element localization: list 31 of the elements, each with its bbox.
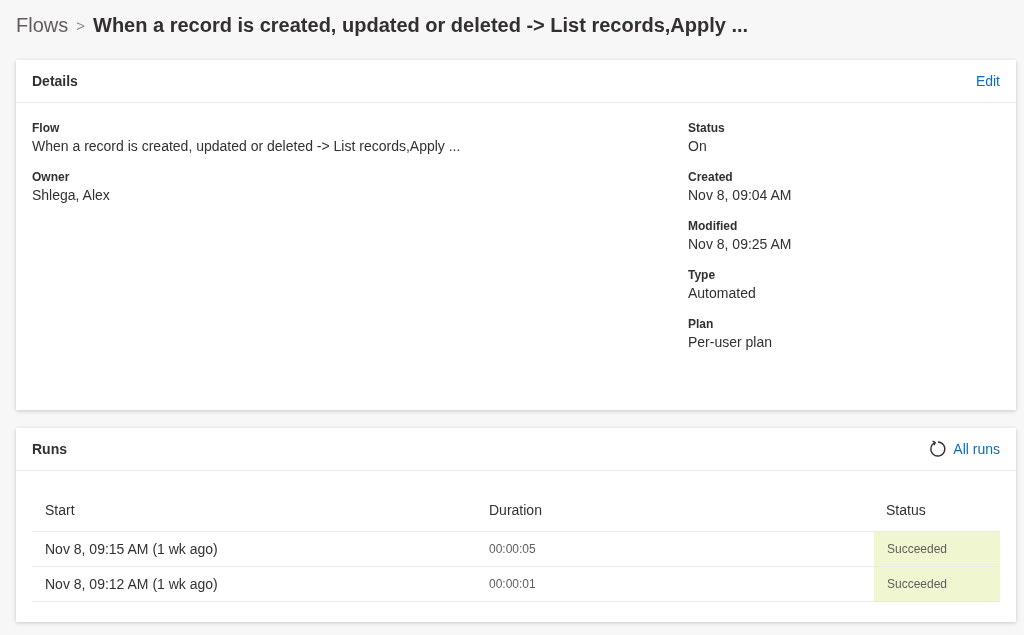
start-cell-text: Nov 8, 09:12 AM (1 wk ago) xyxy=(44,575,219,594)
breadcrumb-separator: > xyxy=(76,16,85,34)
duration-cell-text: 00:00:01 xyxy=(488,576,537,593)
card-title: Runs xyxy=(32,441,67,457)
card-title: Details xyxy=(32,73,78,89)
page-title: When a record is created, updated or deleted -> List records,Apply ... xyxy=(93,13,749,37)
field-label: Status xyxy=(688,121,726,135)
field-label: Type xyxy=(688,268,717,282)
status-cell: Succeeded xyxy=(874,532,1000,566)
field-label: Created xyxy=(688,170,734,184)
column-header: Start xyxy=(44,500,76,520)
field-label: Owner xyxy=(32,170,71,184)
field-value: Shlega, Alex xyxy=(32,187,111,203)
all-runs-link[interactable]: All runs xyxy=(929,440,1000,458)
refresh-icon xyxy=(929,440,948,458)
field-label: Flow xyxy=(32,121,61,135)
field-value: Automated xyxy=(688,285,757,301)
field-value: When a record is created, updated or deleted -> List records,Apply ... xyxy=(32,138,462,154)
field-value: On xyxy=(688,138,708,154)
column-header: Duration xyxy=(488,500,543,520)
status-cell: Succeeded xyxy=(874,567,1000,601)
duration-cell-text: 00:00:05 xyxy=(488,541,537,558)
field-label: Plan xyxy=(688,317,715,331)
start-cell-text: Nov 8, 09:15 AM (1 wk ago) xyxy=(44,540,219,559)
field-value: Nov 8, 09:25 AM xyxy=(688,236,793,252)
edit-link[interactable]: Edit xyxy=(975,73,1000,89)
field-label: Modified xyxy=(688,219,739,233)
field-value: Per-user plan xyxy=(688,334,774,350)
field-value: Nov 8, 09:04 AM xyxy=(688,187,793,203)
breadcrumb-link[interactable]: Flows xyxy=(16,13,69,37)
column-header: Status xyxy=(885,500,927,520)
